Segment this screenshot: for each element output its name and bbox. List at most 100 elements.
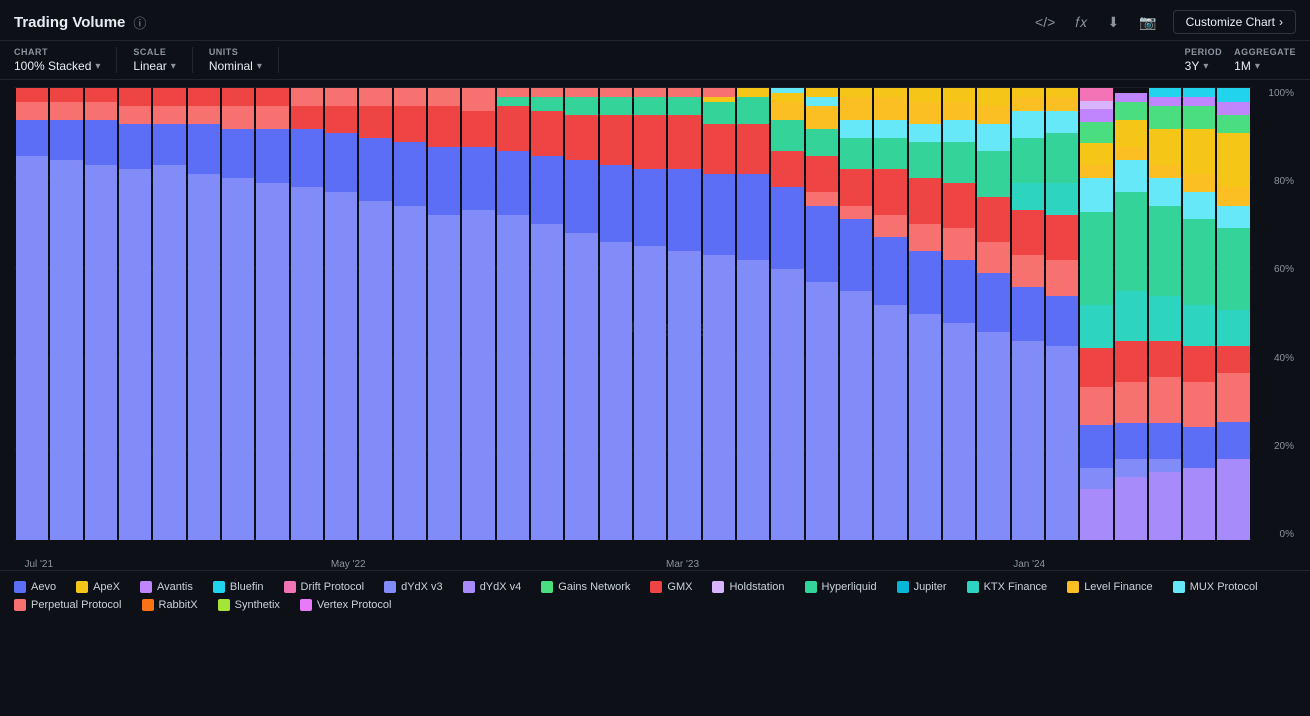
legend-item: KTX Finance [967, 581, 1048, 593]
bar-segment [428, 88, 460, 106]
bar-segment [1115, 341, 1147, 382]
legend-item: RabbitX [142, 599, 198, 611]
bar-group [943, 88, 975, 540]
bar-segment [531, 88, 563, 97]
bar-segment [1183, 305, 1215, 346]
info-icon[interactable]: ⓘ [133, 13, 146, 32]
bar-segment [291, 88, 323, 106]
aggregate-dropdown[interactable]: 1M ▾ [1234, 59, 1260, 73]
bar-segment [497, 106, 529, 151]
customize-chart-button[interactable]: Customize Chart › [1173, 10, 1296, 34]
bar-segment [1115, 147, 1147, 161]
legend-label: Bluefin [230, 581, 264, 593]
bar-group [565, 88, 597, 540]
bar-segment [771, 187, 803, 268]
bar-segment [222, 129, 254, 179]
bar-segment [806, 192, 838, 206]
bar-segment [50, 120, 82, 161]
bar-segment [634, 97, 666, 115]
bar-segment [943, 183, 975, 228]
bar-segment [634, 115, 666, 169]
bar-segment [806, 88, 838, 97]
code-icon[interactable]: </> [1031, 12, 1059, 32]
bar-segment [1080, 468, 1112, 489]
bar-segment [1012, 287, 1044, 341]
x-label-mar23: Mar '23 [666, 559, 699, 570]
x-axis: Jul '21 May '22 Mar '23 Jan '24 [14, 546, 1252, 570]
bar-stack [462, 88, 494, 540]
units-chevron: ▾ [257, 61, 262, 72]
camera-icon[interactable]: 📷 [1135, 12, 1160, 33]
bar-segment [1115, 120, 1147, 147]
bar-segment [874, 169, 906, 214]
bar-segment [771, 93, 803, 102]
scale-dropdown[interactable]: Linear ▾ [133, 59, 175, 73]
bar-stack [428, 88, 460, 540]
bar-segment [1183, 106, 1215, 129]
bar-segment [531, 156, 563, 224]
legend-label: GMX [667, 581, 692, 593]
bar-segment [668, 115, 700, 169]
units-dropdown[interactable]: Nominal ▾ [209, 59, 262, 73]
download-icon[interactable]: ⬇ [1103, 12, 1123, 33]
bar-segment [1149, 206, 1181, 296]
bar-segment [600, 97, 632, 115]
period-selector: PERIOD 3Y ▾ [1185, 47, 1223, 73]
bar-segment [16, 88, 48, 102]
legend-label: Avantis [157, 581, 193, 593]
bar-segment [394, 206, 426, 540]
x-label-jan24: Jan '24 [1013, 559, 1045, 570]
bar-group [600, 88, 632, 540]
bar-segment [703, 124, 735, 174]
bar-segment [840, 138, 872, 170]
bar-segment [462, 111, 494, 147]
bar-segment [1080, 178, 1112, 212]
bar-segment [806, 206, 838, 283]
bar-segment [977, 332, 1009, 540]
legend-color-swatch [14, 599, 26, 611]
bar-segment [325, 192, 357, 540]
bar-segment [1012, 97, 1044, 111]
bar-segment [291, 106, 323, 129]
bar-group [119, 88, 151, 540]
legend-color-swatch [218, 599, 230, 611]
bar-segment [909, 314, 941, 540]
bar-group [1217, 88, 1249, 540]
bar-segment [325, 106, 357, 133]
aggregate-selector: AGGREGATE 1M ▾ [1234, 47, 1296, 73]
bar-group [703, 88, 735, 540]
formula-icon[interactable]: 𝑓𝑥 [1071, 12, 1091, 33]
chart-type-dropdown[interactable]: 100% Stacked ▾ [14, 59, 100, 73]
bar-segment [1149, 165, 1181, 179]
bar-segment [1012, 255, 1044, 287]
bar-segment [1217, 459, 1249, 540]
bar-segment [771, 102, 803, 120]
bar-segment [1012, 183, 1044, 210]
bar-segment [1149, 296, 1181, 341]
bar-segment [1046, 97, 1078, 111]
bar-segment [840, 291, 872, 540]
bar-segment [462, 88, 494, 111]
bar-segment [840, 88, 872, 97]
bar-segment [565, 160, 597, 232]
bar-segment [222, 106, 254, 129]
bar-segment [1080, 387, 1112, 425]
bar-segment [668, 251, 700, 540]
bar-segment [1012, 341, 1044, 540]
bar-segment [50, 160, 82, 540]
bar-group [1046, 88, 1078, 540]
bar-segment [1183, 346, 1215, 382]
bar-group [737, 88, 769, 540]
legend-label: Level Finance [1084, 581, 1153, 593]
legend-item: Gains Network [541, 581, 630, 593]
legend-color-swatch [1173, 581, 1185, 593]
bar-group [153, 88, 185, 540]
bar-segment [1080, 143, 1112, 164]
bar-segment [1115, 192, 1147, 291]
bar-segment [497, 97, 529, 106]
period-dropdown[interactable]: 3Y ▾ [1185, 59, 1209, 73]
bar-segment [153, 124, 185, 165]
bar-stack [909, 88, 941, 540]
legend-label: Aevo [31, 581, 56, 593]
bar-segment [634, 246, 666, 540]
